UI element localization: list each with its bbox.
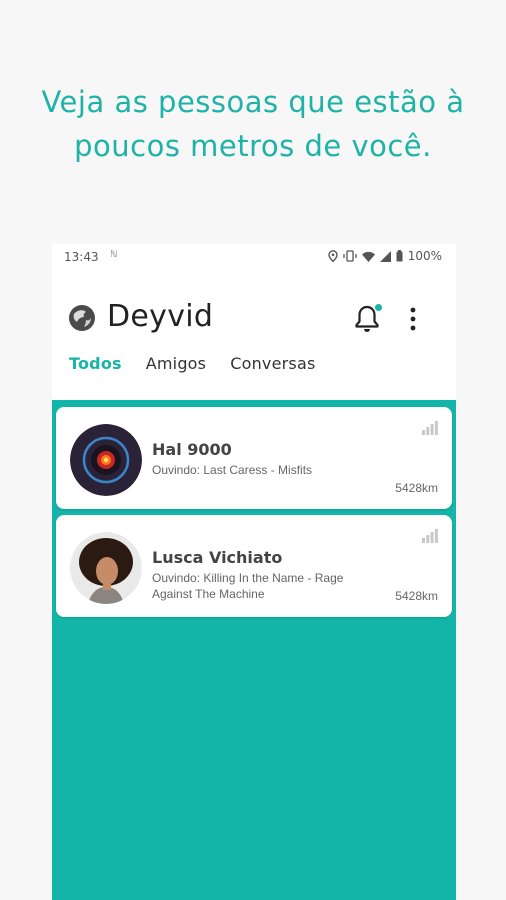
tab-bar: Todos Amigos Conversas <box>69 354 316 373</box>
user-card-hal-9000[interactable]: Hal 9000 Ouvindo: Last Caress - Misfits … <box>56 407 452 509</box>
wifi-icon <box>361 251 375 262</box>
app-bar: 13:43 ℕ 100% Deyvid Todos Amigos Convers… <box>52 244 456 400</box>
user-card-lusca-vichiato[interactable]: Lusca Vichiato Ouvindo: Killing In the N… <box>56 515 452 617</box>
battery-icon <box>396 250 403 262</box>
now-playing: Ouvindo: Killing In the Name - Rage Agai… <box>152 571 344 601</box>
user-name: Lusca Vichiato <box>152 548 283 567</box>
avatar <box>70 424 142 496</box>
tab-amigos[interactable]: Amigos <box>146 354 206 373</box>
now-playing: Ouvindo: Last Caress - Misfits <box>152 463 313 477</box>
user-name: Hal 9000 <box>152 440 232 459</box>
battery-percent: 100% <box>407 249 442 263</box>
headline-line-1: Veja as pessoas que estão à <box>41 85 465 119</box>
location-icon <box>327 250 338 262</box>
notification-badge <box>375 304 382 311</box>
promo-headline: Veja as pessoas que estão à poucos metro… <box>0 80 506 168</box>
tab-conversas[interactable]: Conversas <box>230 354 315 373</box>
avatar <box>70 532 142 604</box>
headline-line-2: poucos metros de você. <box>74 129 432 163</box>
phone-screen: 13:43 ℕ 100% Deyvid Todos Amigos Convers… <box>52 244 456 900</box>
app-title: Deyvid <box>107 299 214 334</box>
more-options-icon[interactable] <box>407 307 419 331</box>
signal-strength-icon <box>422 421 438 435</box>
tab-todos[interactable]: Todos <box>69 354 122 373</box>
signal-strength-icon <box>422 529 438 543</box>
status-bar: 13:43 ℕ 100% <box>52 244 456 270</box>
status-icons: 100% <box>327 249 442 263</box>
status-time: 13:43 <box>64 250 99 264</box>
notification-icon: ℕ <box>110 250 118 260</box>
distance: 5428km <box>395 589 438 603</box>
app-logo-icon <box>69 305 95 331</box>
cell-signal-icon <box>379 250 391 262</box>
distance: 5428km <box>395 481 438 495</box>
vibrate-icon <box>343 250 357 262</box>
